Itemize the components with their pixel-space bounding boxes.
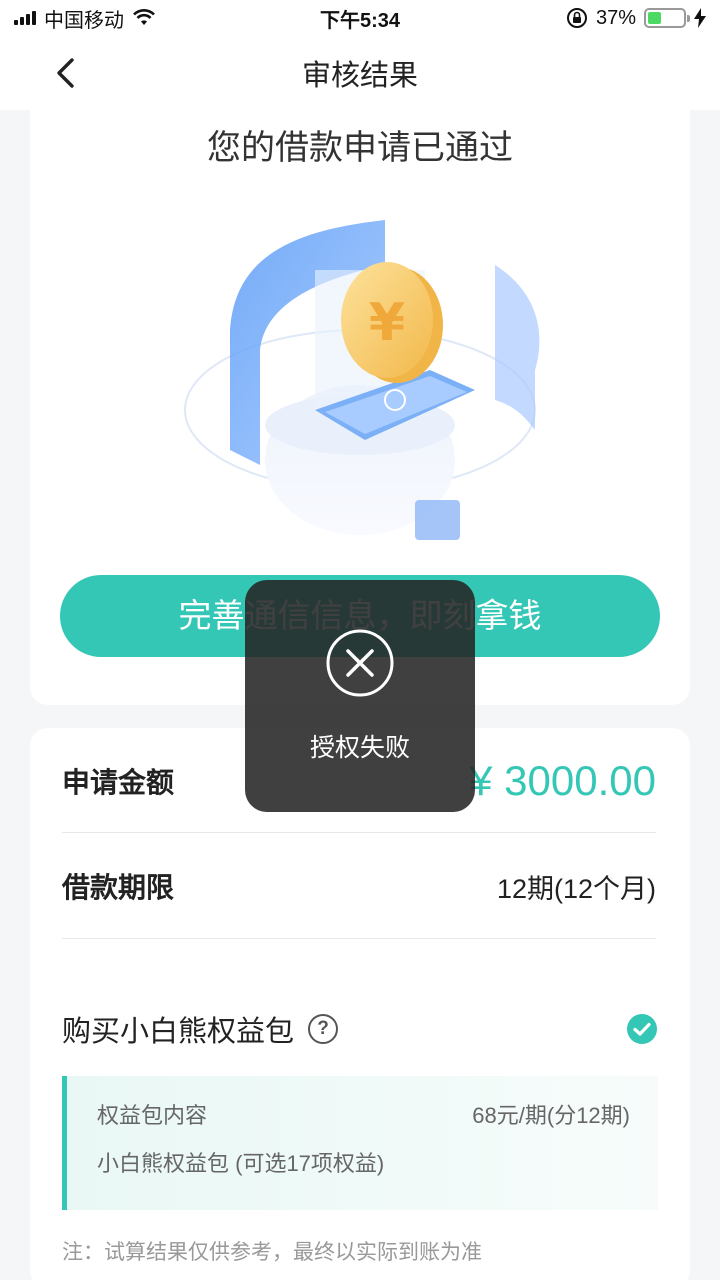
package-label: 购买小白熊权益包 — [62, 1016, 295, 1048]
rotation-lock-icon — [566, 8, 587, 28]
approval-illustration: ¥ — [184, 220, 540, 540]
status-bar: 中国移动 下午5:34 37% — [0, 0, 720, 36]
nav-bar: 审核结果 — [0, 36, 720, 110]
package-price: 68元/期(分12期) — [472, 1103, 630, 1128]
package-info-box: 权益包内容 68元/期(分12期) 小白熊权益包 (可选17项权益) — [62, 1076, 658, 1210]
toast-message: 授权失败 — [309, 734, 410, 762]
term-value: 12期(12个月) — [496, 873, 656, 904]
package-label-wrap: 购买小白熊权益包 ? — [62, 1008, 339, 1050]
amount-value: ¥ 3000.00 — [469, 757, 656, 804]
page-title: 审核结果 — [301, 60, 418, 92]
amount-label: 申请金额 — [62, 767, 175, 798]
divider — [62, 938, 656, 939]
carrier-name: 中国移动 — [44, 9, 124, 32]
wifi-icon — [133, 9, 155, 25]
package-content-label: 权益包内容 — [97, 1103, 208, 1128]
result-title: 您的借款申请已通过 — [207, 129, 513, 167]
status-left: 中国移动 — [14, 4, 156, 33]
package-row[interactable]: 购买小白熊权益包 ? — [62, 1008, 658, 1050]
package-description: 小白熊权益包 (可选17项权益) — [97, 1151, 385, 1176]
help-icon[interactable]: ? — [308, 1014, 339, 1044]
term-row: 借款期限 12期(12个月) — [62, 858, 656, 914]
error-toast: 授权失败 — [245, 580, 475, 812]
battery-icon — [644, 8, 690, 28]
back-button[interactable] — [50, 56, 84, 90]
status-right: 37% — [566, 7, 706, 30]
package-check-icon[interactable] — [626, 1013, 658, 1045]
close-circle-icon — [326, 629, 394, 697]
disclaimer-note: 注：试算结果仅供参考，最终以实际到账为准 — [62, 1241, 482, 1264]
signal-icon — [14, 11, 36, 25]
svg-text:¥: ¥ — [369, 293, 405, 353]
charging-bolt-icon — [694, 8, 706, 28]
term-label: 借款期限 — [62, 872, 175, 903]
battery-percent: 37% — [595, 6, 636, 29]
divider — [62, 832, 656, 833]
